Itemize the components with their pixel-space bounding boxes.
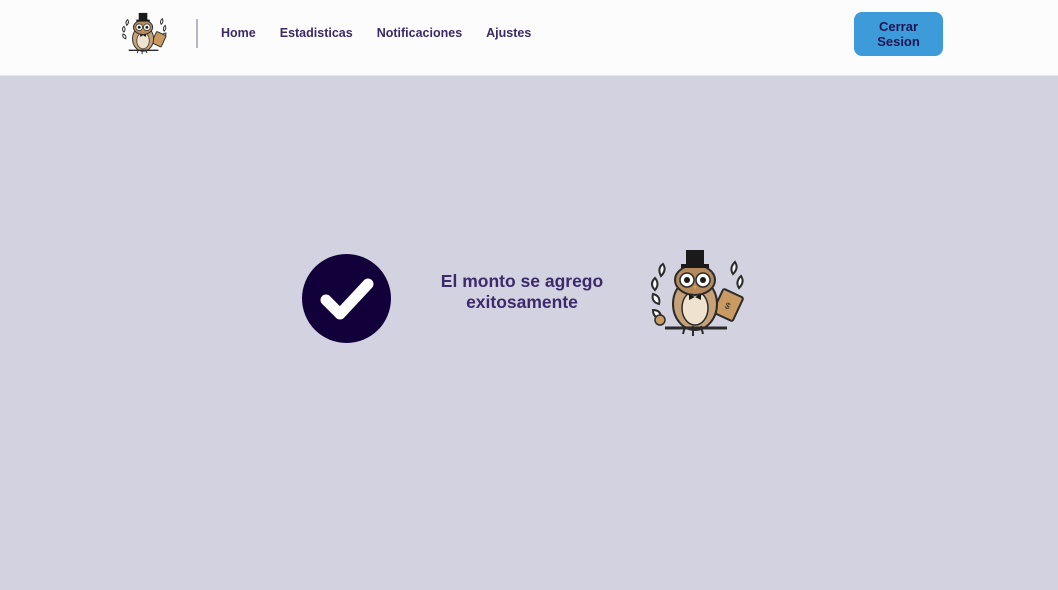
nav-link-home[interactable]: Home: [221, 26, 256, 40]
nav-link-ajustes[interactable]: Ajustes: [486, 26, 531, 40]
owl-logo-icon[interactable]: [119, 11, 169, 57]
nav-link-estadisticas[interactable]: Estadisticas: [280, 26, 353, 40]
nav-divider: [196, 19, 198, 48]
owl-mascot-icon: $: [646, 246, 748, 342]
success-message: El monto se agrego exitosamente: [440, 271, 604, 312]
top-navbar: Home Estadisticas Notificaciones Ajustes…: [0, 0, 1058, 76]
logout-button[interactable]: Cerrar Sesion: [854, 12, 943, 56]
check-circle-icon: [302, 254, 391, 343]
nav-links: Home Estadisticas Notificaciones Ajustes: [221, 26, 531, 40]
nav-link-notificaciones[interactable]: Notificaciones: [377, 26, 462, 40]
